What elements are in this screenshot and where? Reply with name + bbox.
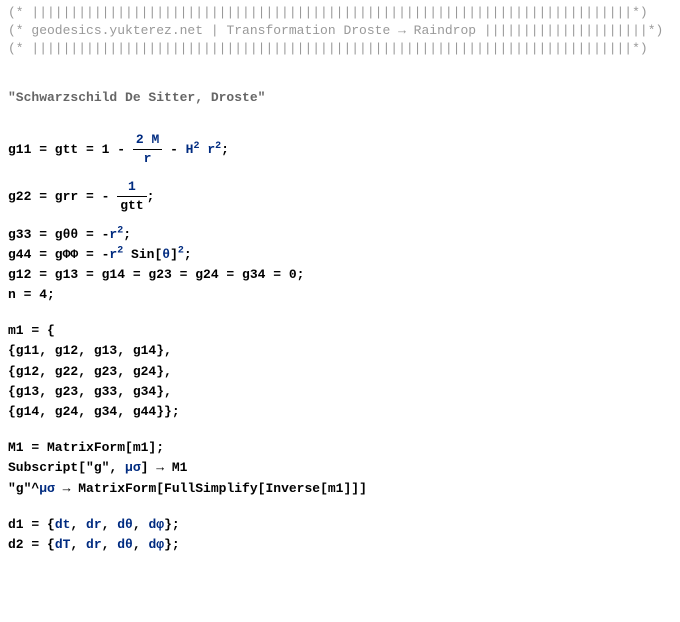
eq-g11: g11 = gtt = 1 - 2 Mr - H2 r2; bbox=[8, 131, 672, 168]
eq-subscript: Subscript["g", μσ] → M1 bbox=[8, 459, 672, 477]
eq-zeros: g12 = g13 = g14 = g23 = g24 = g34 = 0; bbox=[8, 266, 672, 284]
m1-row2: {g12, g22, g23, g24}, bbox=[8, 363, 672, 381]
comment-bar-top: (* |||||||||||||||||||||||||||||||||||||… bbox=[8, 4, 672, 22]
comment-bar-bottom: (* |||||||||||||||||||||||||||||||||||||… bbox=[8, 40, 672, 58]
eq-d1: d1 = {dt, dr, dθ, dφ}; bbox=[8, 516, 672, 534]
eq-inverse: "g"^μσ → MatrixForm[FullSimplify[Inverse… bbox=[8, 480, 672, 498]
m1-row4: {g14, g24, g34, g44}}; bbox=[8, 403, 672, 421]
eq-M1: M1 = MatrixForm[m1]; bbox=[8, 439, 672, 457]
comment-header: (* geodesics.yukterez.net | Transformati… bbox=[8, 22, 672, 40]
m1-row1: {g11, g12, g13, g14}, bbox=[8, 342, 672, 360]
eq-d2: d2 = {dT, dr, dθ, dφ}; bbox=[8, 536, 672, 554]
m1-row3: {g13, g23, g33, g34}, bbox=[8, 383, 672, 401]
title-string: "Schwarzschild De Sitter, Droste" bbox=[8, 89, 672, 107]
notebook-page: (* |||||||||||||||||||||||||||||||||||||… bbox=[0, 0, 680, 560]
eq-g22: g22 = grr = - 1gtt; bbox=[8, 178, 672, 215]
m1-open: m1 = { bbox=[8, 322, 672, 340]
eq-g44: g44 = gΦΦ = -r2 Sin[θ]2; bbox=[8, 246, 672, 264]
eq-g33: g33 = gθθ = -r2; bbox=[8, 226, 672, 244]
eq-n: n = 4; bbox=[8, 286, 672, 304]
